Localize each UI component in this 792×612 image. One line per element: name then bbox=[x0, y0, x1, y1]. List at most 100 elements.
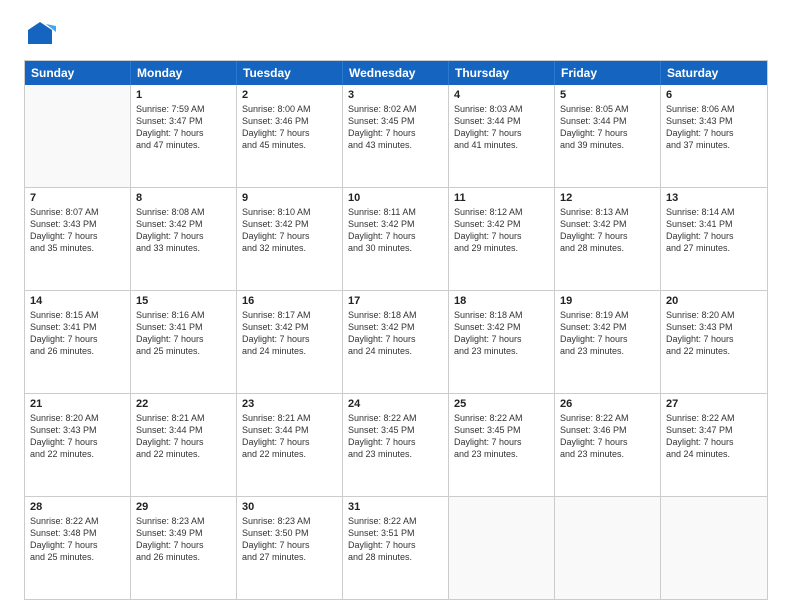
cell-info: Sunrise: 8:11 AM Sunset: 3:42 PM Dayligh… bbox=[348, 206, 443, 255]
day-number: 6 bbox=[666, 89, 762, 101]
cell-info: Sunrise: 8:14 AM Sunset: 3:41 PM Dayligh… bbox=[666, 206, 762, 255]
cal-cell: 28Sunrise: 8:22 AM Sunset: 3:48 PM Dayli… bbox=[25, 497, 131, 599]
day-number: 18 bbox=[454, 295, 549, 307]
cal-cell: 4 Sunrise: 8:03 AM Sunset: 3:44 PM Daylig… bbox=[449, 85, 555, 187]
header-day-sunday: Sunday bbox=[25, 61, 131, 85]
cal-cell: 7 Sunrise: 8:07 AM Sunset: 3:43 PM Daylig… bbox=[25, 188, 131, 290]
cal-cell: 18 Sunrise: 8:18 AM Sunset: 3:42 PM Dayli… bbox=[449, 291, 555, 393]
calendar-row-4: 28Sunrise: 8:22 AM Sunset: 3:48 PM Dayli… bbox=[25, 496, 767, 599]
cell-info: Sunrise: 7:59 AM Sunset: 3:47 PM Dayligh… bbox=[136, 103, 231, 152]
cal-cell: 2 Sunrise: 8:00 AM Sunset: 3:46 PM Daylig… bbox=[237, 85, 343, 187]
cell-info: Sunrise: 8:21 AM Sunset: 3:44 PM Dayligh… bbox=[242, 412, 337, 461]
cell-info: Sunrise: 8:13 AM Sunset: 3:42 PM Dayligh… bbox=[560, 206, 655, 255]
cell-info: Sunrise: 8:03 AM Sunset: 3:44 PM Dayligh… bbox=[454, 103, 549, 152]
day-number: 22 bbox=[136, 398, 231, 410]
day-number: 16 bbox=[242, 295, 337, 307]
day-number: 9 bbox=[242, 192, 337, 204]
cal-cell: 12Sunrise: 8:13 AM Sunset: 3:42 PM Dayli… bbox=[555, 188, 661, 290]
cell-info: Sunrise: 8:21 AM Sunset: 3:44 PM Dayligh… bbox=[136, 412, 231, 461]
calendar: SundayMondayTuesdayWednesdayThursdayFrid… bbox=[24, 60, 768, 600]
cal-cell bbox=[449, 497, 555, 599]
cal-cell: 24 Sunrise: 8:22 AM Sunset: 3:45 PM Dayli… bbox=[343, 394, 449, 496]
page: SundayMondayTuesdayWednesdayThursdayFrid… bbox=[0, 0, 792, 612]
cal-cell: 29 Sunrise: 8:23 AM Sunset: 3:49 PM Dayli… bbox=[131, 497, 237, 599]
day-number: 28 bbox=[30, 501, 125, 513]
day-number: 30 bbox=[242, 501, 337, 513]
header-day-friday: Friday bbox=[555, 61, 661, 85]
cell-info: Sunrise: 8:05 AM Sunset: 3:44 PM Dayligh… bbox=[560, 103, 655, 152]
cal-cell: 16 Sunrise: 8:17 AM Sunset: 3:42 PM Dayli… bbox=[237, 291, 343, 393]
day-number: 2 bbox=[242, 89, 337, 101]
cell-info: Sunrise: 8:12 AM Sunset: 3:42 PM Dayligh… bbox=[454, 206, 549, 255]
header-day-wednesday: Wednesday bbox=[343, 61, 449, 85]
day-number: 26 bbox=[560, 398, 655, 410]
day-number: 17 bbox=[348, 295, 443, 307]
cell-info: Sunrise: 8:23 AM Sunset: 3:50 PM Dayligh… bbox=[242, 515, 337, 564]
day-number: 23 bbox=[242, 398, 337, 410]
calendar-row-1: 7 Sunrise: 8:07 AM Sunset: 3:43 PM Daylig… bbox=[25, 187, 767, 290]
cal-cell: 3Sunrise: 8:02 AM Sunset: 3:45 PM Daylig… bbox=[343, 85, 449, 187]
cell-info: Sunrise: 8:22 AM Sunset: 3:45 PM Dayligh… bbox=[454, 412, 549, 461]
cell-info: Sunrise: 8:06 AM Sunset: 3:43 PM Dayligh… bbox=[666, 103, 762, 152]
day-number: 14 bbox=[30, 295, 125, 307]
cal-cell: 6 Sunrise: 8:06 AM Sunset: 3:43 PM Daylig… bbox=[661, 85, 767, 187]
day-number: 3 bbox=[348, 89, 443, 101]
cell-info: Sunrise: 8:22 AM Sunset: 3:46 PM Dayligh… bbox=[560, 412, 655, 461]
cal-cell: 11 Sunrise: 8:12 AM Sunset: 3:42 PM Dayli… bbox=[449, 188, 555, 290]
day-number: 8 bbox=[136, 192, 231, 204]
cell-info: Sunrise: 8:23 AM Sunset: 3:49 PM Dayligh… bbox=[136, 515, 231, 564]
header-day-tuesday: Tuesday bbox=[237, 61, 343, 85]
cell-info: Sunrise: 8:20 AM Sunset: 3:43 PM Dayligh… bbox=[666, 309, 762, 358]
logo bbox=[24, 18, 60, 50]
calendar-header: SundayMondayTuesdayWednesdayThursdayFrid… bbox=[25, 61, 767, 85]
day-number: 21 bbox=[30, 398, 125, 410]
cal-cell: 30 Sunrise: 8:23 AM Sunset: 3:50 PM Dayli… bbox=[237, 497, 343, 599]
day-number: 13 bbox=[666, 192, 762, 204]
cal-cell: 25 Sunrise: 8:22 AM Sunset: 3:45 PM Dayli… bbox=[449, 394, 555, 496]
day-number: 25 bbox=[454, 398, 549, 410]
calendar-row-0: 1 Sunrise: 7:59 AM Sunset: 3:47 PM Daylig… bbox=[25, 85, 767, 187]
day-number: 10 bbox=[348, 192, 443, 204]
day-number: 7 bbox=[30, 192, 125, 204]
day-number: 24 bbox=[348, 398, 443, 410]
calendar-body: 1 Sunrise: 7:59 AM Sunset: 3:47 PM Daylig… bbox=[25, 85, 767, 599]
cell-info: Sunrise: 8:18 AM Sunset: 3:42 PM Dayligh… bbox=[454, 309, 549, 358]
day-number: 1 bbox=[136, 89, 231, 101]
cal-cell: 23 Sunrise: 8:21 AM Sunset: 3:44 PM Dayli… bbox=[237, 394, 343, 496]
cal-cell bbox=[661, 497, 767, 599]
day-number: 5 bbox=[560, 89, 655, 101]
cell-info: Sunrise: 8:16 AM Sunset: 3:41 PM Dayligh… bbox=[136, 309, 231, 358]
cal-cell: 1 Sunrise: 7:59 AM Sunset: 3:47 PM Daylig… bbox=[131, 85, 237, 187]
cell-info: Sunrise: 8:08 AM Sunset: 3:42 PM Dayligh… bbox=[136, 206, 231, 255]
cell-info: Sunrise: 8:22 AM Sunset: 3:45 PM Dayligh… bbox=[348, 412, 443, 461]
cell-info: Sunrise: 8:00 AM Sunset: 3:46 PM Dayligh… bbox=[242, 103, 337, 152]
header-day-saturday: Saturday bbox=[661, 61, 767, 85]
logo-icon bbox=[24, 18, 56, 50]
cell-info: Sunrise: 8:22 AM Sunset: 3:47 PM Dayligh… bbox=[666, 412, 762, 461]
cal-cell: 13 Sunrise: 8:14 AM Sunset: 3:41 PM Dayli… bbox=[661, 188, 767, 290]
header bbox=[24, 18, 768, 50]
cell-info: Sunrise: 8:17 AM Sunset: 3:42 PM Dayligh… bbox=[242, 309, 337, 358]
cal-cell: 10 Sunrise: 8:11 AM Sunset: 3:42 PM Dayli… bbox=[343, 188, 449, 290]
cal-cell: 14 Sunrise: 8:15 AM Sunset: 3:41 PM Dayli… bbox=[25, 291, 131, 393]
day-number: 15 bbox=[136, 295, 231, 307]
cell-info: Sunrise: 8:20 AM Sunset: 3:43 PM Dayligh… bbox=[30, 412, 125, 461]
cell-info: Sunrise: 8:07 AM Sunset: 3:43 PM Dayligh… bbox=[30, 206, 125, 255]
cell-info: Sunrise: 8:10 AM Sunset: 3:42 PM Dayligh… bbox=[242, 206, 337, 255]
cell-info: Sunrise: 8:18 AM Sunset: 3:42 PM Dayligh… bbox=[348, 309, 443, 358]
cal-cell: 19Sunrise: 8:19 AM Sunset: 3:42 PM Dayli… bbox=[555, 291, 661, 393]
day-number: 4 bbox=[454, 89, 549, 101]
cal-cell: 9 Sunrise: 8:10 AM Sunset: 3:42 PM Daylig… bbox=[237, 188, 343, 290]
cal-cell bbox=[555, 497, 661, 599]
cal-cell: 26 Sunrise: 8:22 AM Sunset: 3:46 PM Dayli… bbox=[555, 394, 661, 496]
day-number: 29 bbox=[136, 501, 231, 513]
cal-cell bbox=[25, 85, 131, 187]
day-number: 31 bbox=[348, 501, 443, 513]
day-number: 11 bbox=[454, 192, 549, 204]
cal-cell: 21 Sunrise: 8:20 AM Sunset: 3:43 PM Dayli… bbox=[25, 394, 131, 496]
cell-info: Sunrise: 8:15 AM Sunset: 3:41 PM Dayligh… bbox=[30, 309, 125, 358]
header-day-monday: Monday bbox=[131, 61, 237, 85]
cell-info: Sunrise: 8:19 AM Sunset: 3:42 PM Dayligh… bbox=[560, 309, 655, 358]
day-number: 20 bbox=[666, 295, 762, 307]
cal-cell: 31Sunrise: 8:22 AM Sunset: 3:51 PM Dayli… bbox=[343, 497, 449, 599]
